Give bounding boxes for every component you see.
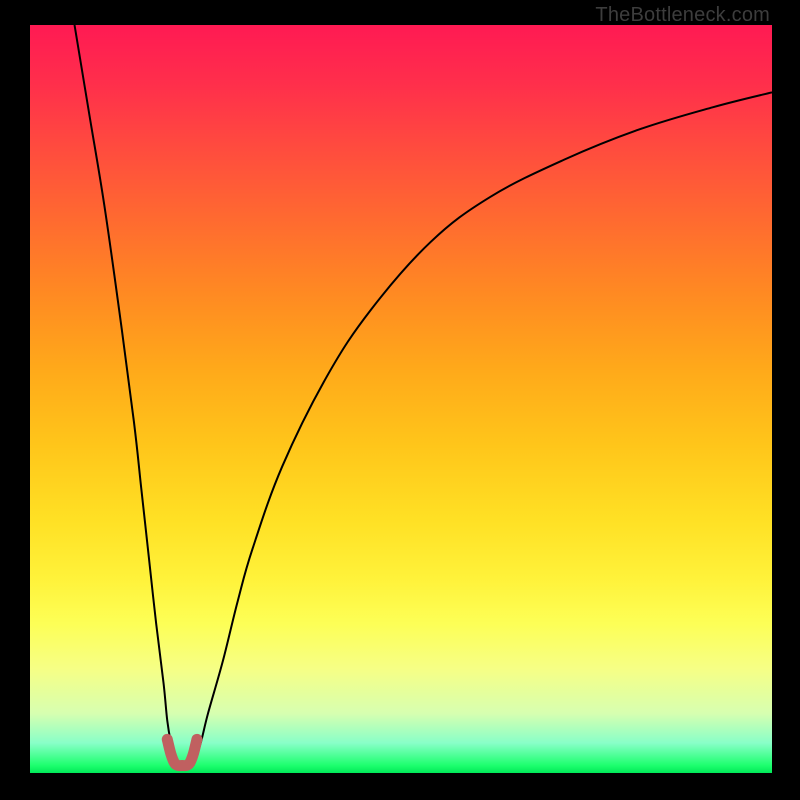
watermark-text: TheBottleneck.com xyxy=(595,4,770,27)
series-right-branch xyxy=(193,92,772,765)
series-valley-marker xyxy=(167,739,197,765)
series-left-branch xyxy=(75,25,179,766)
plot-area xyxy=(30,25,772,773)
chart-frame: TheBottleneck.com xyxy=(0,0,800,800)
chart-svg xyxy=(30,25,772,773)
